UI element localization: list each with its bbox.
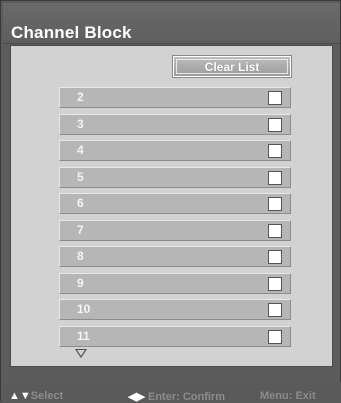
- clear-list-button[interactable]: Clear List: [172, 55, 292, 78]
- channel-row[interactable]: 4: [59, 140, 291, 161]
- channel-block-dialog: Channel Block Clear List 2 3 4 5 6 7 8 9…: [0, 0, 341, 403]
- up-down-arrows-icon: ▲▼: [9, 390, 31, 402]
- block-checkbox[interactable]: [268, 276, 282, 291]
- channel-number: 9: [77, 275, 84, 290]
- channel-number: 10: [77, 302, 91, 316]
- channel-number: 4: [77, 143, 84, 157]
- channel-number: 5: [77, 169, 84, 184]
- title-bar: Channel Block: [3, 3, 340, 44]
- channel-row[interactable]: 7: [59, 219, 291, 241]
- channel-row[interactable]: 2: [59, 87, 291, 108]
- channel-row[interactable]: 8: [59, 246, 291, 267]
- channel-row[interactable]: 9: [59, 272, 291, 294]
- footer-exit-hint: Menu: Exit: [260, 390, 316, 402]
- channel-list: 2 3 4 5 6 7 8 9 10 11: [59, 87, 291, 352]
- block-checkbox[interactable]: [268, 250, 282, 264]
- footer-select-hint: ▲▼Select: [9, 390, 63, 402]
- block-checkbox[interactable]: [268, 144, 282, 158]
- channel-number: 2: [77, 90, 84, 104]
- channel-number: 3: [77, 116, 84, 131]
- select-label: Select: [30, 390, 64, 402]
- block-checkbox[interactable]: [268, 117, 282, 132]
- scroll-down-arrow-icon[interactable]: [75, 349, 87, 358]
- channel-row[interactable]: 5: [59, 166, 291, 188]
- channel-row[interactable]: 10: [59, 299, 291, 320]
- channel-row[interactable]: 11: [59, 325, 291, 347]
- block-checkbox[interactable]: [268, 197, 282, 211]
- confirm-label: Enter: Confirm: [147, 391, 225, 403]
- dialog-title: Channel Block: [11, 23, 132, 42]
- left-right-arrows-icon: ◀▶: [128, 391, 145, 403]
- footer-confirm-hint: ◀▶ Enter: Confirm: [128, 390, 225, 403]
- block-checkbox[interactable]: [268, 223, 282, 238]
- channel-number: 11: [77, 328, 90, 343]
- block-checkbox[interactable]: [268, 303, 282, 317]
- channel-row[interactable]: 3: [59, 113, 291, 135]
- scroll-down-arrow-fill: [77, 350, 85, 356]
- channel-row[interactable]: 6: [59, 193, 291, 214]
- block-checkbox[interactable]: [268, 170, 282, 185]
- channel-number: 8: [77, 249, 84, 263]
- channel-number: 6: [77, 196, 84, 210]
- block-checkbox[interactable]: [268, 329, 282, 344]
- footer-help-bar: ▲▼Select ◀▶ Enter: Confirm Menu: Exit: [1, 382, 341, 403]
- block-checkbox[interactable]: [268, 91, 282, 105]
- clear-list-label: Clear List: [176, 59, 288, 74]
- channel-number: 7: [77, 222, 84, 237]
